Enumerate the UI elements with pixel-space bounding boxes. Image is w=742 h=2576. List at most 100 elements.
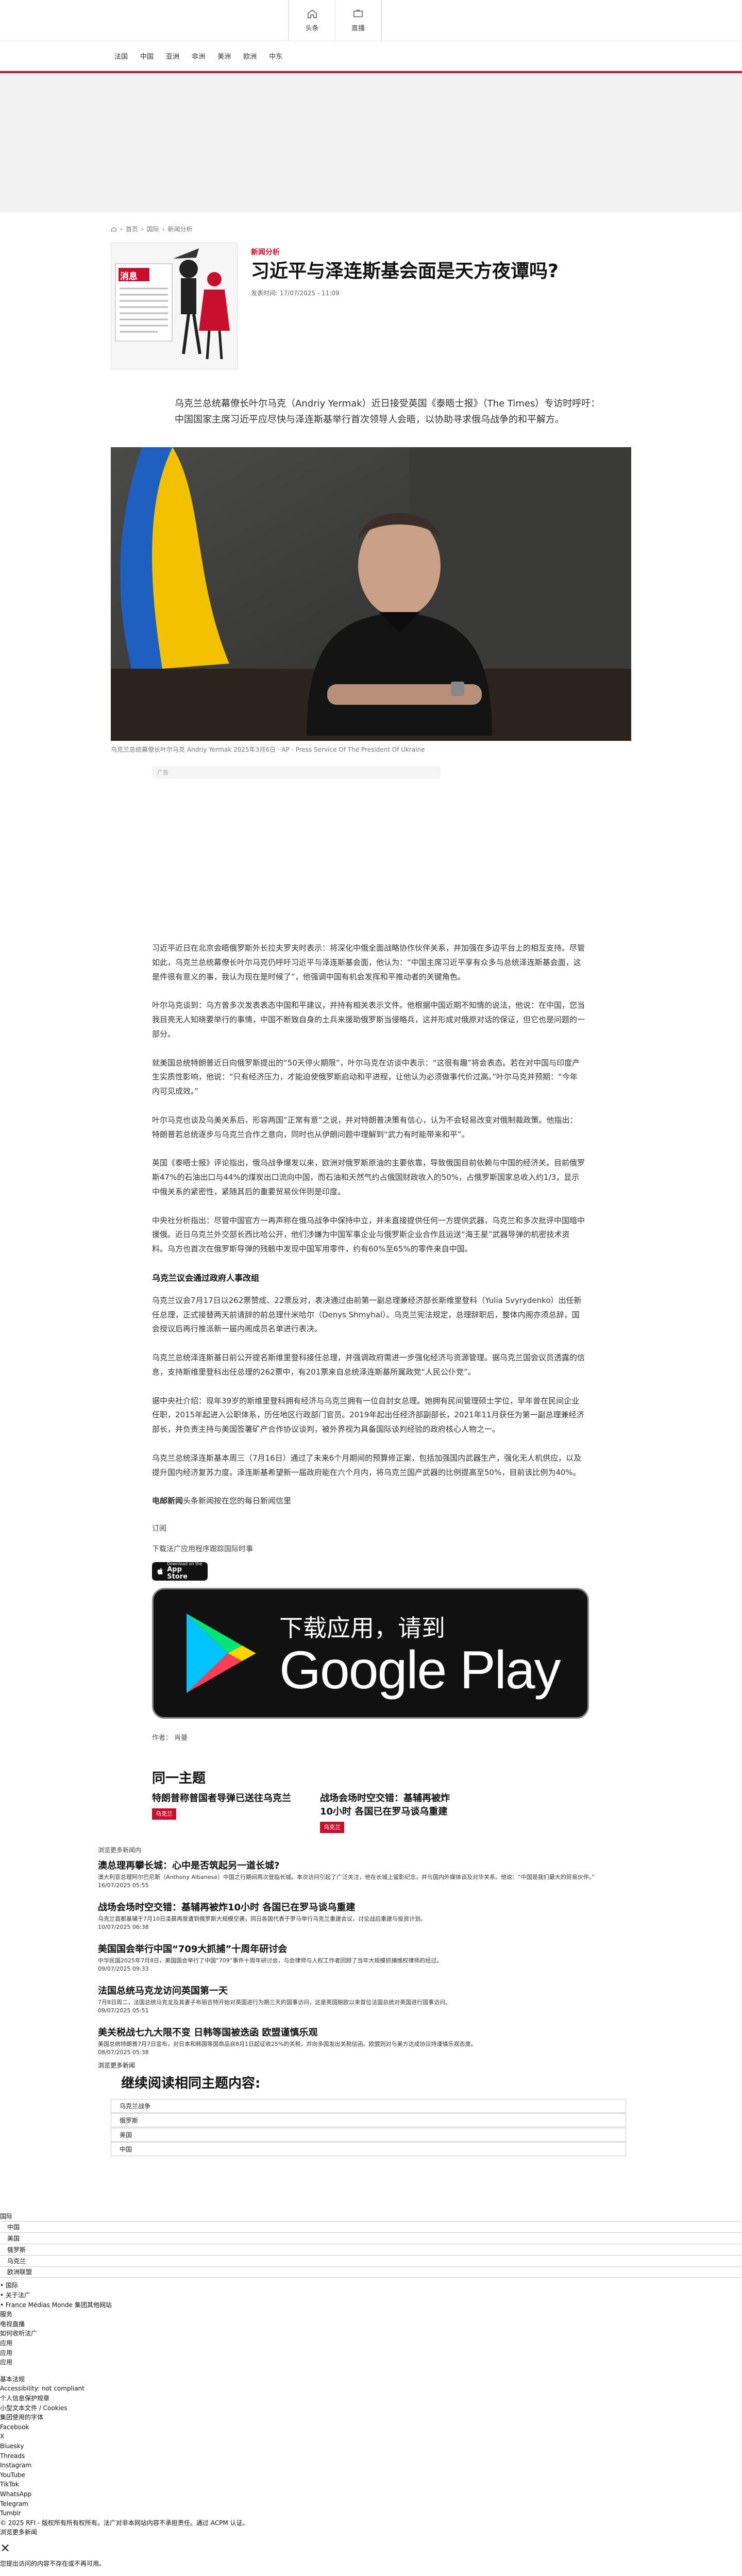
section-illustration: 消息 (111, 243, 238, 369)
news-item-title[interactable]: 战场会场时空交错：基辅再被炸10小时 各国已在罗马谈乌重建 (98, 1900, 644, 1913)
news-item[interactable]: 美关税战七九大限不变 日韩等国被迭函 欧盟谨慎乐观 美国总统特朗普7月7日宣布，… (98, 2025, 644, 2057)
article-container: › 首页 › 国际 › 新闻分析 消息 新闻分析 习近平与泽连斯基会面是天方夜谭… (111, 212, 631, 1834)
news-item[interactable]: 法国总统马克龙访问英国第一天 7月8日周二，法国总统马克龙及其妻子布丽吉特开始对… (98, 1984, 644, 2015)
footer-link[interactable]: 应用 (0, 2348, 742, 2358)
social-link[interactable]: Threads (0, 2451, 742, 2461)
footer-link[interactable]: Accessibility: not compliant (0, 2384, 742, 2394)
footer-link[interactable]: 个人信息保护规章 (0, 2394, 742, 2403)
body-paragraph: 就美国总统特朗普近日向俄罗斯提出的“50天停火期限”，叶尔马克在访谈中表示：“这… (152, 1058, 580, 1096)
more-reading-item[interactable]: 中国 (111, 2142, 626, 2156)
body-paragraph: 乌克兰议会7月17日以262票赞成、22票反对，表决通过由前第一副总理兼经济部长… (152, 1295, 582, 1334)
footer-link[interactable]: • France Médias Monde 集团其他网站 (0, 2300, 742, 2310)
section-heading: 乌克兰议会通过政府人事改组 (152, 1273, 260, 1283)
header-left-spacer (185, 0, 289, 41)
live-link[interactable]: 直播 (335, 0, 381, 41)
app-download-text: 下载法广应用程序跟踪国际时事 (152, 1545, 253, 1554)
same-topic-title: 同一主题 (152, 1771, 206, 1787)
footer-links: • 国际 • 关于法广 • France Médias Monde 集团其他网站… (0, 2281, 742, 2518)
breadcrumb-separator: › (162, 225, 165, 233)
home-label: 头条 (305, 25, 319, 32)
google-play-icon (187, 1614, 256, 1693)
footer-link[interactable]: 服务 (0, 2310, 742, 2319)
social-link[interactable]: Instagram (0, 2461, 742, 2470)
footer-link[interactable]: 乌克兰 (0, 2255, 742, 2266)
nav-item-americas[interactable]: 美洲 (211, 51, 237, 61)
body-paragraph: 英国《泰晤士报》评论指出，俄乌战争爆发以来，欧洲对俄罗斯原油的主要依靠，导致俄国… (152, 1158, 585, 1196)
breadcrumb-separator: › (141, 225, 144, 233)
more-news-link[interactable]: 浏览更多新闻 (98, 2061, 742, 2070)
copyright: © 2025 RFI - 版权所有所有权所有。法广对非本网站内容不承担责任。通过… (0, 2519, 249, 2527)
article-kicker[interactable]: 新闻分析 (251, 247, 559, 257)
news-item[interactable]: 战场会场时空交错：基辅再被炸10小时 各国已在罗马谈乌重建 乌克兰首都基辅于7月… (98, 1900, 644, 1931)
home-icon[interactable] (111, 226, 117, 232)
news-item-title[interactable]: 法国总统马克龙访问英国第一天 (98, 1984, 644, 1997)
nav-item-france[interactable]: 法国 (108, 51, 134, 61)
breadcrumb-separator: › (120, 225, 123, 233)
footer-link[interactable]: 应用 (0, 2338, 742, 2348)
social-link[interactable]: TikTok (0, 2480, 742, 2489)
footer-link[interactable]: 集团使用的字体 (0, 2413, 742, 2422)
more-reading-item[interactable]: 乌克兰战争 (111, 2098, 626, 2113)
topic-card-tag[interactable]: 乌克兰 (152, 1808, 176, 1820)
more-reading-item[interactable]: 俄罗斯 (111, 2113, 626, 2127)
more-reading-title: 继续阅读相同主题内容: (121, 2075, 261, 2091)
footer-link[interactable]: • 关于法广 (0, 2291, 742, 2300)
social-link[interactable]: X (0, 2432, 742, 2442)
breadcrumb-analysis[interactable]: 新闻分析 (167, 225, 192, 233)
topic-card-tag[interactable]: 乌克兰 (320, 1822, 344, 1834)
top-ad-banner (0, 73, 742, 212)
news-item-summary: 美国总统特朗普7月7日宣布，对日本和韩国等国商品自8月1日起征收25%的关税，并… (98, 2040, 477, 2047)
footer-link[interactable]: 欧洲联盟 (0, 2266, 742, 2278)
subscribe-link[interactable]: 订阅 (152, 1523, 585, 1533)
nav-item-europe[interactable]: 欧洲 (237, 51, 263, 61)
news-item-title[interactable]: 美关税战七九大限不变 日韩等国被迭函 欧盟谨慎乐观 (98, 2025, 644, 2039)
news-item-summary: 7月8日周二，法国总统马克龙及其妻子布丽吉特开始对英国进行为期三天的国事访问，这… (98, 1999, 451, 2006)
nav-item-asia[interactable]: 亚洲 (160, 51, 185, 61)
home-link[interactable]: 头条 (289, 0, 335, 41)
footer-link[interactable]: 美国 (0, 2232, 742, 2244)
social-link[interactable]: Telegram (0, 2499, 742, 2509)
body-paragraph: 习近平近日在北京会晤俄罗斯外长拉夫罗夫时表示：将深化中俄全面战略协作伙伴关系，并… (152, 943, 585, 981)
close-icon[interactable]: × (0, 2541, 742, 2554)
social-link[interactable]: YouTube (0, 2470, 742, 2480)
footer-link[interactable]: 电视直播 (0, 2319, 742, 2329)
same-topic-cards: 特朗普称普国者导弹已送往乌克兰 乌克兰 战场会场时空交错：基辅再被炸10小时 各… (152, 1792, 585, 1834)
topic-card[interactable]: 战场会场时空交错：基辅再被炸10小时 各国已在罗马谈乌重建 乌克兰 (320, 1792, 459, 1834)
footer-link[interactable]: 如何收听法广 (0, 2329, 742, 2338)
social-link[interactable]: Tumblr (0, 2509, 742, 2518)
social-link[interactable]: WhatsApp (0, 2489, 742, 2499)
news-item-summary: 澳大利亚总理阿尔巴尼斯（Anthony Albanese）中国之行期间再次登临长… (98, 1874, 595, 1881)
footer-link[interactable]: 中国 (0, 2221, 742, 2232)
nav-item-middle-east[interactable]: 中东 (263, 51, 289, 61)
social-link[interactable]: Facebook (0, 2422, 742, 2432)
more-reading-item[interactable]: 美国 (111, 2127, 626, 2142)
news-item[interactable]: 澳总理再攀长城：心中是否筑起另一道长城? 澳大利亚总理阿尔巴尼斯（Anthony… (98, 1858, 644, 1890)
footer-spacer (0, 2367, 742, 2375)
body-paragraph: 据中央社介绍：现年39岁的斯维里登科拥有经济与乌克兰拥有一位自封女总理。她拥有民… (152, 1396, 584, 1434)
news-item[interactable]: 美国国会举行中国“709大抓捕”十周年研讨会 中华民国2025年7月8日，美国国… (98, 1942, 644, 1973)
topic-card[interactable]: 特朗普称普国者导弹已送往乌克兰 乌克兰 (152, 1792, 291, 1833)
google-play-button[interactable]: 下载应用，请到 Google Play (152, 1588, 589, 1719)
topic-card-title[interactable]: 战场会场时空交错：基辅再被炸10小时 各国已在罗马谈乌重建 (320, 1792, 459, 1819)
app-store-button[interactable]: Download on the App Store (152, 1562, 208, 1581)
footer-link[interactable]: 小型文本文件 / Cookies (0, 2403, 742, 2413)
footer-link[interactable]: 俄罗斯 (0, 2244, 742, 2255)
more-news-footer[interactable]: 浏览更多新闻 (0, 2528, 742, 2537)
footer-link[interactable]: 基本法规 (0, 2375, 742, 2384)
topic-card-title[interactable]: 特朗普称普国者导弹已送往乌克兰 (152, 1792, 291, 1805)
news-item-title[interactable]: 美国国会举行中国“709大抓捕”十周年研讨会 (98, 1942, 644, 1955)
news-item-date: 08/07/2025 05:38 (98, 2048, 149, 2056)
footer-link[interactable]: 应用 (0, 2358, 742, 2367)
nav-item-africa[interactable]: 非洲 (185, 51, 211, 61)
footer-link[interactable]: • 国际 (0, 2281, 742, 2291)
article-body: 习近平近日在北京会晤俄罗斯外长拉夫罗夫时表示：将深化中俄全面战略协作伙伴关系，并… (152, 941, 589, 1834)
body-paragraph: 叶尔马克也谈及乌美关系后，形容两国“正常有意”之说，并对特朗普决策有信心，认为不… (152, 1115, 578, 1139)
article-lede: 乌克兰总统幕僚长叶尔马克（Andriy Yermak）近日接受英国《泰晤士报》（… (175, 398, 600, 425)
breadcrumb-international[interactable]: 国际 (147, 225, 159, 233)
news-item-title[interactable]: 澳总理再攀长城：心中是否筑起另一道长城? (98, 1858, 644, 1872)
nav-item-china[interactable]: 中国 (134, 51, 160, 61)
social-link[interactable]: Bluesky (0, 2442, 742, 2451)
article-author: 作者： 肖曼 (152, 1734, 188, 1742)
news-item-date: 16/07/2025 05:55 (98, 1882, 149, 1889)
breadcrumb-home[interactable]: 首页 (126, 225, 138, 233)
